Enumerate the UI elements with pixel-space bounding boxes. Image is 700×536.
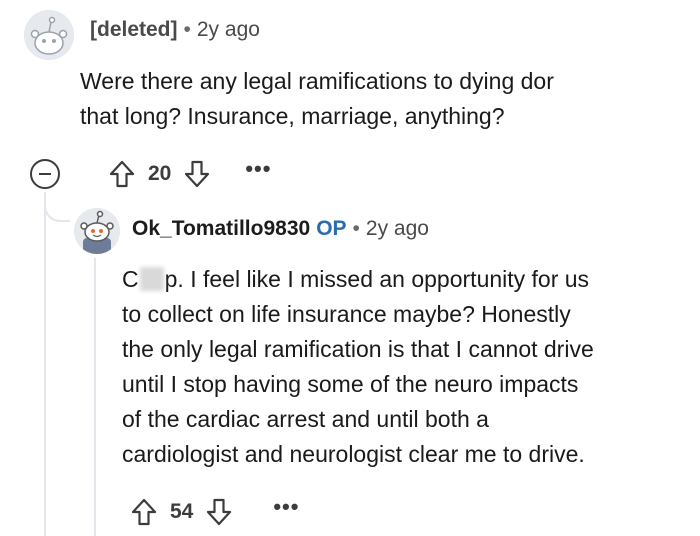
comment-age[interactable]: 2y ago	[197, 18, 260, 41]
upvote-icon[interactable]	[130, 497, 158, 527]
collapse-thread-icon[interactable]	[30, 159, 60, 189]
meta-separator: •	[352, 217, 360, 240]
downvote-icon[interactable]	[183, 159, 211, 189]
comment: [deleted] • 2y ago Were there any legal ra…	[0, 0, 700, 200]
reply-body-start: C	[122, 266, 139, 292]
reply-score: 54	[170, 500, 194, 523]
comment-meta: [deleted] • 2y ago	[90, 16, 260, 44]
deleted-user-avatar-icon[interactable]	[24, 10, 74, 60]
thread-line[interactable]	[44, 192, 46, 536]
thread-connector	[44, 196, 70, 222]
op-badge: OP	[316, 217, 347, 240]
censored-text	[139, 267, 164, 291]
meta-separator: •	[183, 18, 191, 41]
reply-body: Cp. I feel like I missed an opportunity …	[122, 262, 682, 472]
comment-author[interactable]: [deleted]	[90, 18, 178, 41]
upvote-icon[interactable]	[108, 159, 136, 189]
comment-body: Were there any legal ramifications to dy…	[80, 68, 554, 129]
more-options-icon[interactable]: •••	[245, 158, 271, 188]
reply-meta: Ok_Tomatillo9830 OP • 2y ago	[132, 215, 429, 243]
reply-author-avatar-icon[interactable]	[74, 208, 120, 254]
comment-score: 20	[148, 162, 172, 185]
reply-author[interactable]: Ok_Tomatillo9830	[132, 217, 310, 240]
reply-thread-line[interactable]	[94, 258, 96, 536]
reply-actions: 54 •••	[130, 494, 299, 530]
comment-actions: 20 •••	[30, 156, 271, 192]
downvote-icon[interactable]	[205, 497, 233, 527]
reply-body-rest: p. I feel like I missed an opportunity f…	[122, 266, 594, 467]
more-options-icon[interactable]: •••	[273, 496, 299, 526]
reply-age[interactable]: 2y ago	[366, 217, 429, 240]
